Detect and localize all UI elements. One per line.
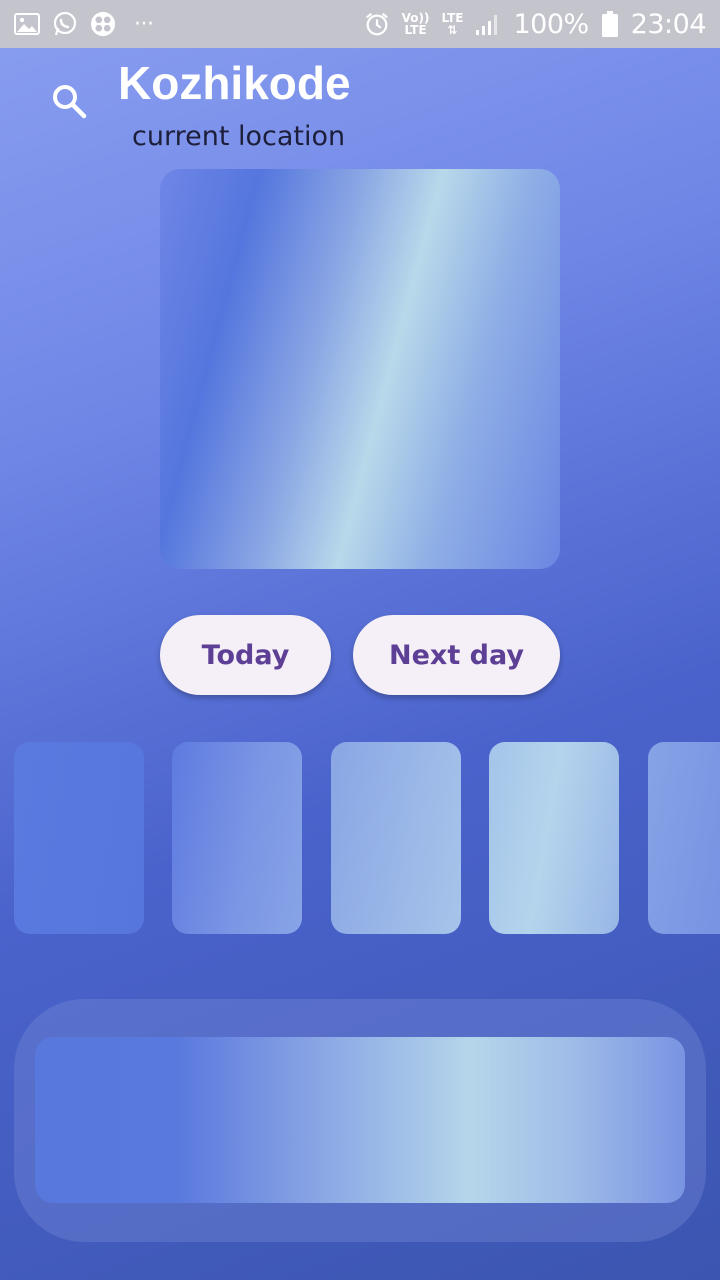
more-notifications-icon: ··· [134, 11, 154, 37]
signal-icon [475, 11, 501, 37]
alarm-icon [364, 11, 390, 37]
details-placeholder [35, 1037, 685, 1203]
hourly-card-placeholder[interactable] [172, 742, 302, 934]
hourly-card-placeholder[interactable] [648, 742, 720, 934]
hourly-card-placeholder[interactable] [331, 742, 461, 934]
whatsapp-icon [52, 11, 78, 37]
volte-indicator: Vo)) LTE [401, 11, 430, 37]
status-right: Vo)) LTE LTE ⇅ 100% 23:04 [364, 8, 707, 40]
lte-indicator: LTE ⇅ [441, 11, 464, 37]
data-arrows-icon: ⇅ [447, 23, 458, 37]
location-subtitle: current location [132, 121, 346, 152]
app-grid-icon [90, 11, 116, 37]
status-left: ··· [14, 11, 154, 37]
search-icon [50, 82, 88, 125]
status-bar: ··· Vo)) LTE LTE ⇅ 100% 23:04 [0, 0, 720, 48]
hourly-card-placeholder[interactable] [489, 742, 619, 934]
search-button[interactable] [48, 82, 90, 124]
hourly-card-placeholder[interactable] [14, 742, 144, 934]
clock: 23:04 [630, 8, 707, 40]
gallery-icon [14, 11, 40, 37]
weather-image-placeholder [160, 169, 560, 569]
city-title: Kozhikode [118, 57, 351, 109]
battery-percent: 100% [513, 8, 589, 40]
battery-icon [601, 11, 619, 37]
today-button[interactable]: Today [160, 615, 331, 695]
next-day-button[interactable]: Next day [353, 615, 560, 695]
